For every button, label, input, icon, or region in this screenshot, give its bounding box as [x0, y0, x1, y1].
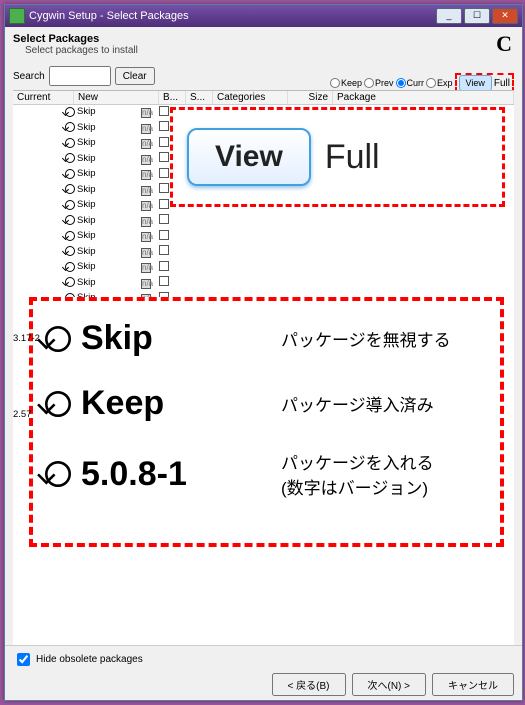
back-button[interactable]: < 戻る(B) — [272, 673, 346, 696]
annot-keep-label: Keep — [81, 384, 281, 423]
window-title: Cygwin Setup - Select Packages — [29, 10, 434, 22]
src-checkbox[interactable] — [159, 137, 169, 147]
src-checkbox[interactable] — [159, 276, 169, 286]
window: Cygwin Setup - Select Packages _ ☐ ✕ Sel… — [4, 4, 523, 701]
src-checkbox[interactable] — [159, 106, 169, 116]
annot-skip-desc: パッケージを無視する — [281, 326, 451, 351]
src-checkbox[interactable] — [159, 183, 169, 193]
bin-checkbox[interactable]: n/a — [141, 155, 151, 165]
cycle-icon[interactable]: Skip — [65, 136, 95, 149]
cycle-icon[interactable]: Skip — [65, 245, 95, 258]
titlebar: Cygwin Setup - Select Packages _ ☐ ✕ — [5, 5, 522, 27]
bin-checkbox[interactable]: n/a — [141, 248, 151, 258]
minimize-button[interactable]: _ — [436, 8, 462, 24]
annotation-panel: Skip パッケージを無視する Keep パッケージ導入済み 5.0.8-1 パ… — [29, 297, 504, 547]
annot-keep-desc: パッケージ導入済み — [281, 391, 434, 416]
callout-viewfull: View Full — [170, 107, 505, 207]
search-input[interactable] — [49, 66, 111, 86]
bin-checkbox[interactable]: n/a — [141, 108, 151, 118]
table-row[interactable]: Skip n/a — [13, 260, 514, 276]
radio-keep[interactable] — [330, 78, 340, 88]
view-mode: Full — [494, 78, 510, 89]
search-label: Search — [13, 71, 45, 82]
cycle-icon[interactable]: Skip — [65, 167, 95, 180]
maximize-button[interactable]: ☐ — [464, 8, 490, 24]
next-button[interactable]: 次へ(N) > — [352, 673, 427, 696]
bin-checkbox[interactable]: n/a — [141, 170, 151, 180]
col-cat[interactable]: Categories — [213, 91, 288, 104]
cycle-icon — [45, 391, 71, 417]
body: Select Packages Select packages to insta… — [5, 27, 522, 700]
cycle-icon[interactable]: Skip — [65, 229, 95, 242]
bin-checkbox[interactable]: n/a — [141, 139, 151, 149]
callout-view-button: View — [187, 128, 311, 186]
table-row[interactable]: Skip n/a — [13, 245, 514, 261]
cycle-icon[interactable]: Skip — [65, 105, 95, 118]
cycle-icon[interactable]: Skip — [65, 198, 95, 211]
cycle-icon[interactable]: Skip — [65, 214, 95, 227]
current-257: 2.57 — [13, 409, 32, 420]
hide-obsolete[interactable]: Hide obsolete packages — [13, 650, 514, 669]
cancel-button[interactable]: キャンセル — [432, 673, 514, 696]
annot-ver-desc: パッケージを入れる (数字はバージョン) — [281, 449, 434, 499]
view-button[interactable]: View — [459, 75, 492, 91]
src-checkbox[interactable] — [159, 121, 169, 131]
col-size[interactable]: Size — [288, 91, 333, 104]
col-src[interactable]: S... — [186, 91, 213, 104]
clear-button[interactable]: Clear — [115, 67, 155, 85]
table-row[interactable]: Skip n/a — [13, 214, 514, 230]
page-title: Select Packages — [13, 33, 514, 45]
col-pkg[interactable]: Package — [333, 91, 514, 104]
table-row[interactable]: Skip n/a — [13, 276, 514, 292]
cycle-icon — [45, 461, 71, 487]
radio-prev[interactable] — [364, 78, 374, 88]
col-new[interactable]: New — [74, 91, 159, 104]
src-checkbox[interactable] — [159, 245, 169, 255]
bin-checkbox[interactable]: n/a — [141, 263, 151, 273]
bin-checkbox[interactable]: n/a — [141, 232, 151, 242]
bin-checkbox[interactable]: n/a — [141, 217, 151, 227]
cycle-icon[interactable]: Skip — [65, 121, 95, 134]
cycle-icon[interactable]: Skip — [65, 276, 95, 289]
table-row[interactable]: Skip n/a — [13, 229, 514, 245]
cycle-icon — [45, 326, 71, 352]
radio-exp[interactable] — [426, 78, 436, 88]
current-317: 3.17-2 — [13, 333, 40, 344]
table-header: Current New B... S... Categories Size Pa… — [13, 91, 514, 105]
col-current[interactable]: Current — [13, 91, 74, 104]
bin-checkbox[interactable]: n/a — [141, 201, 151, 211]
src-checkbox[interactable] — [159, 214, 169, 224]
cygwin-icon — [9, 8, 25, 24]
annot-skip-label: Skip — [81, 319, 281, 358]
bin-checkbox[interactable]: n/a — [141, 124, 151, 134]
cycle-icon[interactable]: Skip — [65, 260, 95, 273]
cycle-icon[interactable]: Skip — [65, 183, 95, 196]
close-button[interactable]: ✕ — [492, 8, 518, 24]
annot-ver-label: 5.0.8-1 — [81, 455, 281, 494]
bin-checkbox[interactable]: n/a — [141, 279, 151, 289]
col-bin[interactable]: B... — [159, 91, 186, 104]
cygwin-logo: C — [496, 31, 512, 57]
src-checkbox[interactable] — [159, 199, 169, 209]
src-checkbox[interactable] — [159, 230, 169, 240]
src-checkbox[interactable] — [159, 261, 169, 271]
callout-full-label: Full — [325, 138, 380, 177]
src-checkbox[interactable] — [159, 168, 169, 178]
radio-curr[interactable] — [396, 78, 406, 88]
src-checkbox[interactable] — [159, 152, 169, 162]
bottom-bar: Hide obsolete packages < 戻る(B) 次へ(N) > キ… — [5, 645, 522, 700]
bin-checkbox[interactable]: n/a — [141, 186, 151, 196]
hide-obsolete-checkbox[interactable] — [17, 653, 30, 666]
cycle-icon[interactable]: Skip — [65, 152, 95, 165]
page-subtitle: Select packages to install — [25, 45, 514, 56]
